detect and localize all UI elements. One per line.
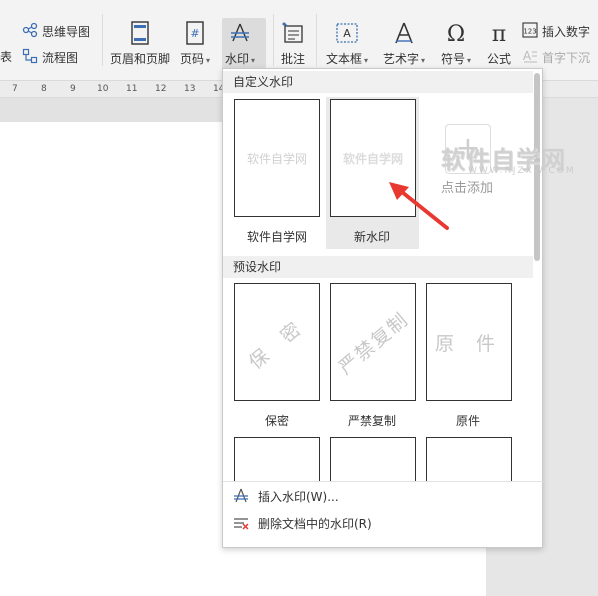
watermark-icon (227, 20, 253, 46)
comment-label: 批注 (280, 52, 305, 66)
symbol-button[interactable]: Ω 符号 ▾ (441, 20, 471, 67)
wordart-button[interactable]: 艺术字 ▾ (383, 20, 425, 67)
red-arrow-annotation (389, 182, 449, 230)
header-footer-icon (127, 20, 153, 46)
ribbon-divider (316, 14, 317, 66)
mindmap-button[interactable]: 思维导图 (22, 22, 90, 41)
svg-text:#: # (190, 27, 199, 40)
wordart-label: 艺术字 ▾ (383, 52, 426, 66)
svg-text:123: 123 (523, 28, 536, 36)
mindmap-icon (22, 22, 38, 41)
preset-watermark-thumb-original[interactable]: 原 件 (426, 283, 512, 401)
insert-watermark-label: 插入水印(W)... (258, 489, 339, 504)
insert-watermark-menu-item[interactable]: 插入水印(W)... (223, 483, 543, 509)
page-number-button[interactable]: # 页码 ▾ (180, 20, 210, 67)
preset-watermark-label-no-copy: 严禁复制 (347, 414, 396, 428)
page-number-label: 页码 ▾ (180, 52, 211, 66)
ruler-tick: 8 (41, 84, 47, 94)
dropcap-icon: A (522, 48, 538, 67)
custom-watermark-header: 自定义水印 (223, 71, 533, 93)
chart-label: 图表 (0, 50, 13, 64)
preset-watermark-thumb-no-copy[interactable]: 严禁复制 (330, 283, 416, 401)
ribbon-divider (273, 14, 274, 66)
ruler-tick: 11 (126, 84, 138, 94)
page-number-icon: # (182, 20, 208, 46)
watermark-icon (233, 488, 253, 504)
omega-icon: Ω (443, 20, 469, 46)
textbox-label: 文本框 ▾ (326, 52, 369, 66)
ruler-tick: 10 (97, 84, 109, 94)
svg-text:Ω: Ω (447, 22, 465, 45)
preset-watermark-header: 预设水印 (223, 256, 533, 278)
preset-watermark-thumb-confidential[interactable]: 保 密 (234, 283, 320, 401)
flowchart-button[interactable]: 流程图 (22, 48, 78, 67)
preset-watermark-thumb-5[interactable] (330, 437, 416, 482)
formula-button[interactable]: π 公式 (486, 20, 512, 67)
watermark-preview-text: 保 密 (244, 312, 312, 374)
watermark-preview-text: 严禁复制 (334, 307, 414, 379)
preset-watermark-thumb-4[interactable] (234, 437, 320, 482)
textbox-icon: A (334, 20, 360, 46)
insert-number-label: 插入数字 (542, 25, 591, 39)
watermark-label: 水印 ▾ (225, 52, 256, 66)
comment-icon (280, 20, 306, 46)
delete-watermark-icon (233, 515, 253, 531)
mindmap-label: 思维导图 (42, 25, 91, 39)
svg-text:π: π (492, 22, 506, 45)
custom-watermark-label-1: 软件自学网 (246, 230, 307, 244)
preset-watermark-label-confidential: 保密 (264, 414, 289, 428)
pi-icon: π (486, 20, 512, 46)
preset-watermark-thumb-6[interactable] (426, 437, 512, 482)
watermark-button[interactable]: 水印 ▾ (225, 20, 255, 67)
watermark-preview-text: 软件自学网 (246, 151, 307, 166)
menu-divider (223, 481, 543, 482)
flowchart-icon (22, 48, 38, 67)
delete-watermark-menu-item[interactable]: 删除文档中的水印(R) (223, 510, 543, 536)
watermark-preview-text: 软件自学网 (342, 151, 403, 166)
flowchart-label: 流程图 (42, 51, 79, 65)
header-footer-button[interactable]: 页眉和页脚 (110, 20, 170, 67)
delete-watermark-label: 删除文档中的水印(R) (258, 516, 372, 531)
ruler-tick: 12 (155, 84, 167, 94)
ruler-tick: 9 (70, 84, 76, 94)
chart-button[interactable]: 图表 (0, 48, 12, 65)
number-icon: 123 (522, 22, 538, 41)
insert-number-button[interactable]: 123 插入数字 (522, 22, 590, 41)
preset-watermark-label-original: 原件 (455, 414, 480, 428)
symbol-label: 符号 ▾ (441, 52, 472, 66)
wordart-icon (391, 20, 417, 46)
svg-text:A: A (343, 27, 351, 40)
dropcap-button[interactable]: A 首字下沉 (522, 48, 590, 67)
ruler-tick: 13 (184, 84, 196, 94)
textbox-button[interactable]: A 文本框 ▾ (326, 20, 368, 67)
svg-text:A: A (523, 49, 532, 63)
comment-button[interactable]: 批注 (280, 20, 306, 67)
ribbon-divider (102, 14, 103, 66)
dropcap-label: 首字下沉 (542, 51, 591, 65)
ruler-tick: 7 (12, 84, 18, 94)
watermark-preview-text: 原 件 (434, 332, 504, 355)
custom-watermark-thumb-1[interactable]: 软件自学网 (234, 99, 320, 217)
formula-label: 公式 (486, 52, 511, 66)
header-footer-label: 页眉和页脚 (110, 52, 171, 66)
site-watermark-url: WWW.RJZXW.COM (468, 166, 576, 176)
